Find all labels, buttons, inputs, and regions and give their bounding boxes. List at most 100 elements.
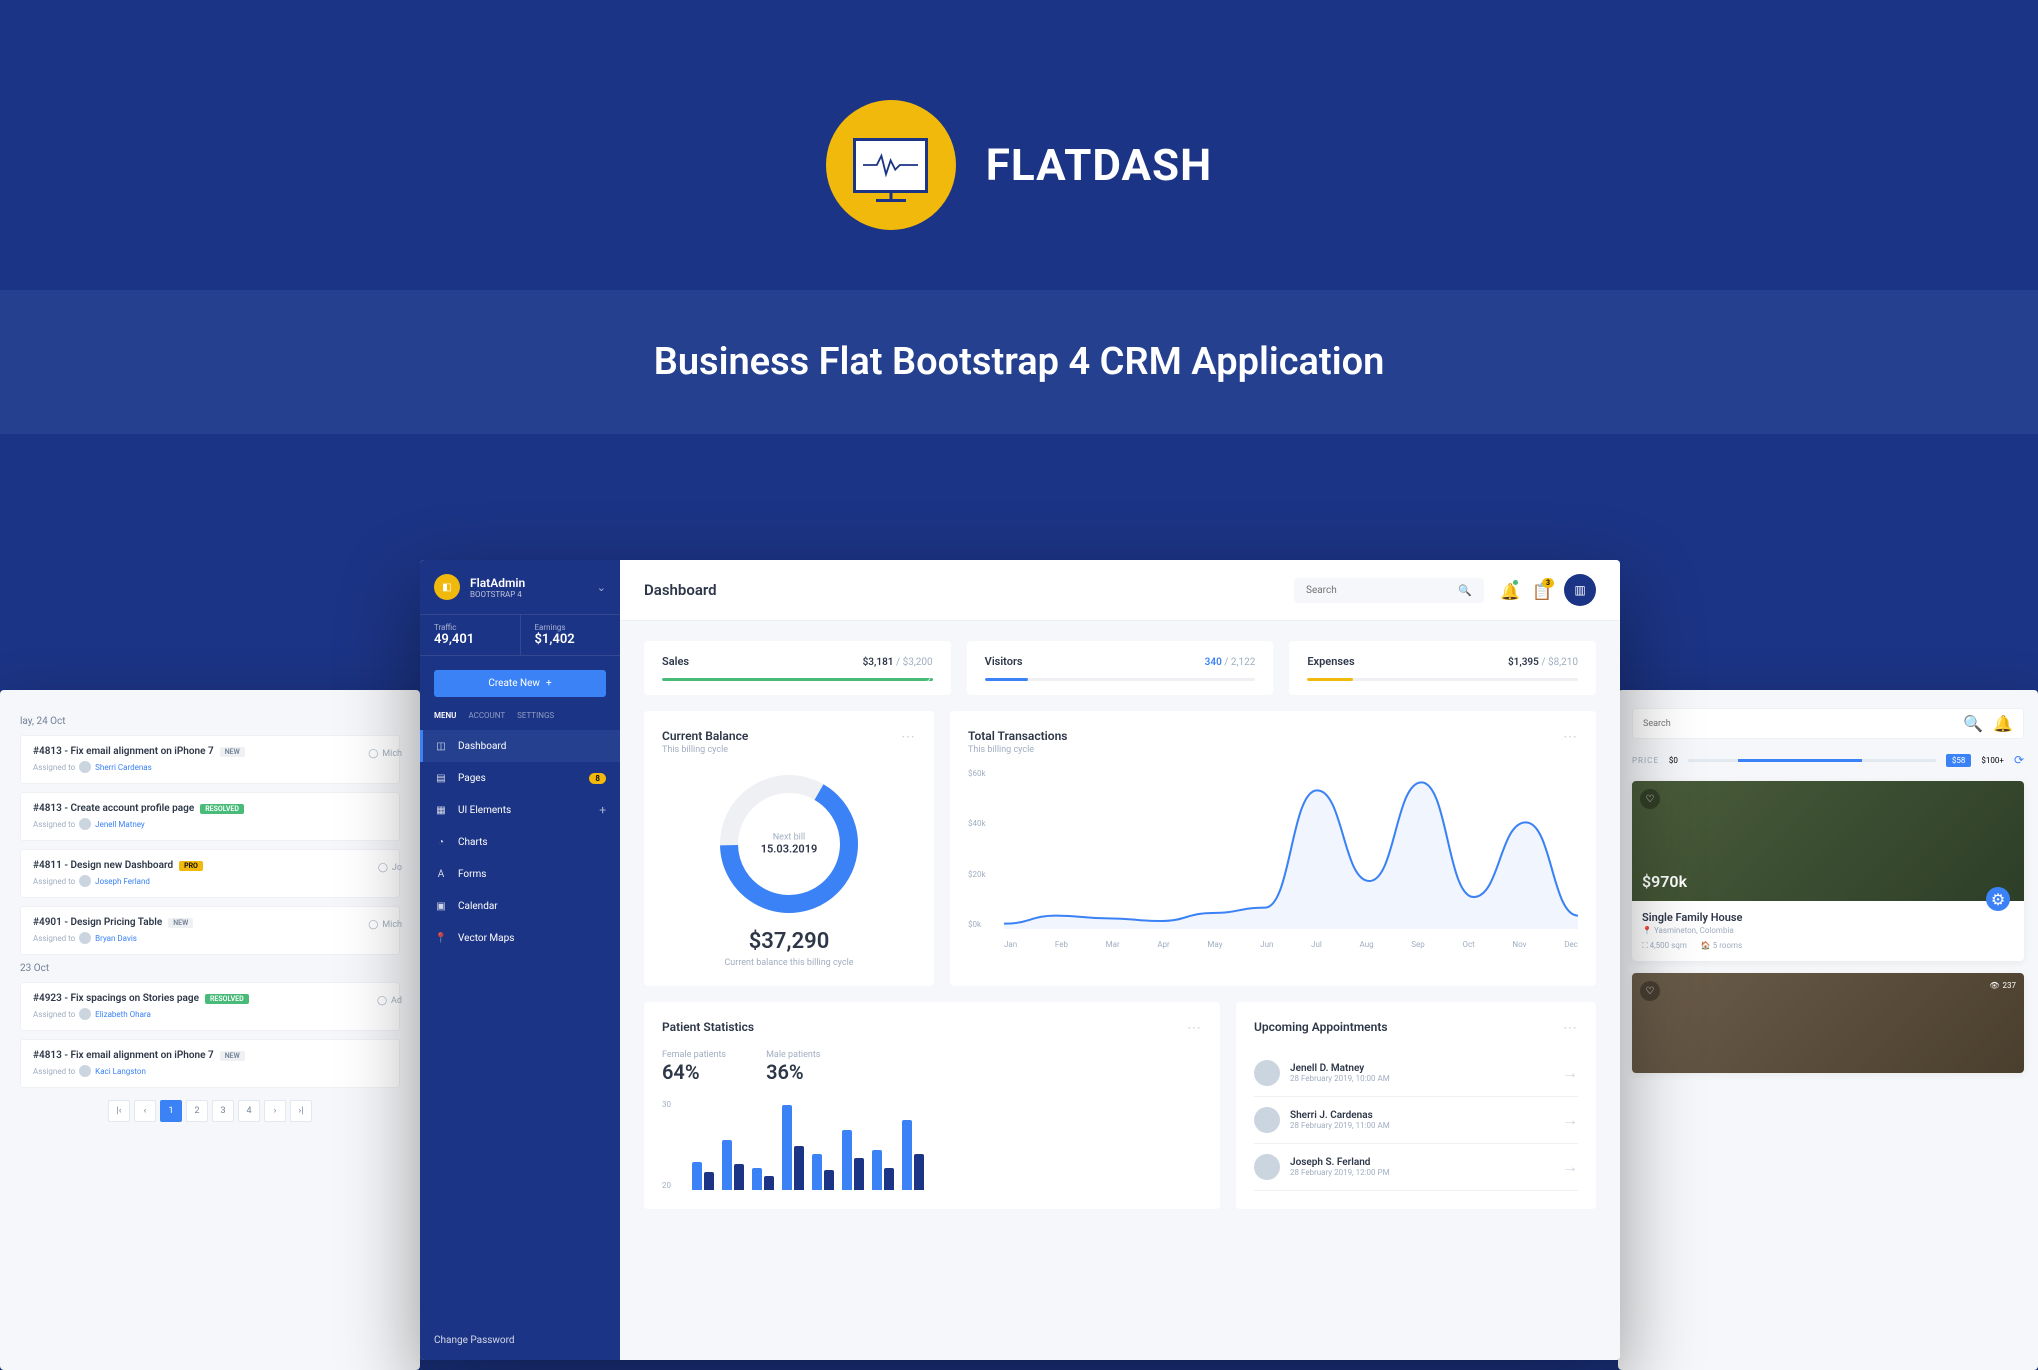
price-max: $100+ xyxy=(1981,756,2004,765)
appointment-item[interactable]: Sherri J. Cardenas28 February 2019, 11:0… xyxy=(1254,1097,1578,1144)
price-label: PRICE xyxy=(1632,756,1659,765)
task-title: #4813 - Create account profile page xyxy=(33,803,194,814)
search-box[interactable]: 🔍 xyxy=(1294,578,1484,603)
earnings-label: Earnings xyxy=(535,623,607,632)
more-icon[interactable]: ⋯ xyxy=(1563,1020,1578,1036)
right-search[interactable]: 🔍 🔔 xyxy=(1632,708,2024,739)
calendar-icon[interactable]: 📋3 xyxy=(1532,582,1548,598)
sidebar-item-pages[interactable]: ▤Pages8 xyxy=(420,762,620,794)
main-dashboard: ◧ FlatAdmin BOOTSTRAP 4 ⌄ Traffic 49,401… xyxy=(420,560,1620,1360)
sidebar-badge: 8 xyxy=(589,773,606,784)
assigned-label: Assigned to xyxy=(33,877,75,886)
profile-button[interactable]: ▥ xyxy=(1564,574,1596,606)
sidebar-item-label: Charts xyxy=(458,837,488,848)
sidebar-item-calendar[interactable]: ▣Calendar xyxy=(420,890,620,922)
forms-icon: A xyxy=(434,867,448,881)
bar-female xyxy=(872,1150,882,1190)
task-item[interactable]: #4813 - Create account profile pageRESOL… xyxy=(20,792,400,841)
task-right-user: ◯ Jo xyxy=(378,863,402,873)
avatar xyxy=(1254,1107,1280,1133)
sidebar-item-dashboard[interactable]: ◫Dashboard xyxy=(420,730,620,762)
user-icon: ◯ xyxy=(368,920,378,930)
page-2[interactable]: 2 xyxy=(186,1100,208,1122)
change-password-link[interactable]: Change Password xyxy=(420,1321,620,1360)
plus-icon[interactable]: + xyxy=(599,803,606,817)
page-1[interactable]: 1 xyxy=(160,1100,182,1122)
sidebar-item-label: UI Elements xyxy=(458,805,511,816)
price-badge: $58 xyxy=(1946,754,1972,767)
price-slider[interactable] xyxy=(1688,759,1936,762)
sidebar-item-label: Dashboard xyxy=(458,741,506,752)
search-input[interactable] xyxy=(1306,585,1458,596)
pagination: |‹ ‹ 1234 › ›| xyxy=(20,1100,400,1122)
assigned-label: Assigned to xyxy=(33,1067,75,1076)
bar-group xyxy=(872,1150,894,1190)
property-card[interactable]: ♡ $970k ⚙ Single Family House 📍 Yasminet… xyxy=(1632,781,2024,961)
page-last[interactable]: ›| xyxy=(290,1100,312,1122)
right-search-input[interactable] xyxy=(1643,719,1963,729)
page-4[interactable]: 4 xyxy=(238,1100,260,1122)
bar-group xyxy=(902,1120,924,1190)
traffic-value: 49,401 xyxy=(434,632,506,647)
arrow-right-icon[interactable]: → xyxy=(1562,1063,1578,1083)
avatar xyxy=(79,818,91,830)
tab-account[interactable]: ACCOUNT xyxy=(468,711,505,720)
property-card-2[interactable]: ♡ 👁 237 xyxy=(1632,973,2024,1073)
sidebar-item-charts[interactable]: ◔Charts xyxy=(420,826,620,858)
task-item[interactable]: #4813 - Fix email alignment on iPhone 7N… xyxy=(20,1039,400,1088)
bar-female xyxy=(782,1105,792,1190)
bell-icon[interactable]: 🔔 xyxy=(1993,714,2013,733)
traffic-label: Traffic xyxy=(434,623,506,632)
refresh-icon[interactable]: ⟳ xyxy=(2014,753,2024,767)
task-title: #4813 - Fix email alignment on iPhone 7 xyxy=(33,746,214,757)
transactions-chart: $60k$40k$20k$0k JanFebMarAprMayJunJulAug… xyxy=(968,769,1578,949)
right-card: 🔍 🔔 PRICE $0 $58 $100+ ⟳ ♡ $970k ⚙ Singl… xyxy=(1618,690,2038,1370)
task-title: #4901 - Design Pricing Table xyxy=(33,917,162,928)
heart-icon[interactable]: ♡ xyxy=(1640,981,1660,1001)
sidebar-item-vector-maps[interactable]: 📍Vector Maps xyxy=(420,922,620,954)
more-icon[interactable]: ⋯ xyxy=(1563,729,1578,745)
task-item[interactable]: #4813 - Fix email alignment on iPhone 7N… xyxy=(20,735,400,784)
page-prev[interactable]: ‹ xyxy=(134,1100,156,1122)
property-price: $970k xyxy=(1642,872,1687,891)
task-item[interactable]: #4901 - Design Pricing TableNEWAssigned … xyxy=(20,906,400,955)
arrow-right-icon[interactable]: → xyxy=(1562,1110,1578,1130)
chevron-down-icon[interactable]: ⌄ xyxy=(597,581,606,594)
kpi-label: Expenses xyxy=(1307,655,1354,668)
page-title: Dashboard xyxy=(644,581,717,599)
more-icon[interactable]: ⋯ xyxy=(901,729,916,745)
sidebar-subtitle: BOOTSTRAP 4 xyxy=(470,590,525,599)
task-assignee: Joseph Ferland xyxy=(95,877,150,886)
sidebar-item-ui-elements[interactable]: ▦UI Elements+ xyxy=(420,794,620,826)
sidebar-item-forms[interactable]: AForms xyxy=(420,858,620,890)
task-item[interactable]: #4811 - Design new DashboardPROAssigned … xyxy=(20,849,400,898)
task-badge: NEW xyxy=(168,918,193,928)
appointment-item[interactable]: Joseph S. Ferland28 February 2019, 12:00… xyxy=(1254,1144,1578,1191)
assigned-label: Assigned to xyxy=(33,820,75,829)
patient-stats-panel: Patient Statistics ⋯ Female patients 64%… xyxy=(644,1002,1220,1209)
assigned-label: Assigned to xyxy=(33,1010,75,1019)
assigned-label: Assigned to xyxy=(33,763,75,772)
avatar xyxy=(79,932,91,944)
appointment-item[interactable]: Jenell D. Matney28 February 2019, 10:00 … xyxy=(1254,1050,1578,1097)
patient-bar-chart: 3020 xyxy=(662,1100,1202,1190)
kpi-expenses: Expenses$1,395 / $8,210 xyxy=(1289,641,1596,695)
bell-icon[interactable]: 🔔 xyxy=(1500,582,1516,598)
kpi-visitors: Visitors340 / 2,122 xyxy=(967,641,1274,695)
gear-icon[interactable]: ⚙ xyxy=(1986,887,2010,911)
create-new-button[interactable]: Create New + xyxy=(434,670,606,697)
task-item[interactable]: #4923 - Fix spacings on Stories pageRESO… xyxy=(20,982,400,1031)
balance-panel: Current Balance This billing cycle ⋯ Nex… xyxy=(644,711,934,986)
heart-icon[interactable]: ♡ xyxy=(1640,789,1660,809)
page-next[interactable]: › xyxy=(264,1100,286,1122)
transactions-sub: This billing cycle xyxy=(968,745,1067,755)
page-3[interactable]: 3 xyxy=(212,1100,234,1122)
arrow-right-icon[interactable]: → xyxy=(1562,1157,1578,1177)
tab-menu[interactable]: MENU xyxy=(434,711,456,720)
bar-female xyxy=(842,1130,852,1190)
bar-group xyxy=(722,1140,744,1190)
task-right-user: ◯ Mich xyxy=(368,920,402,930)
tab-settings[interactable]: SETTINGS xyxy=(517,711,554,720)
more-icon[interactable]: ⋯ xyxy=(1187,1020,1202,1036)
page-first[interactable]: |‹ xyxy=(108,1100,130,1122)
